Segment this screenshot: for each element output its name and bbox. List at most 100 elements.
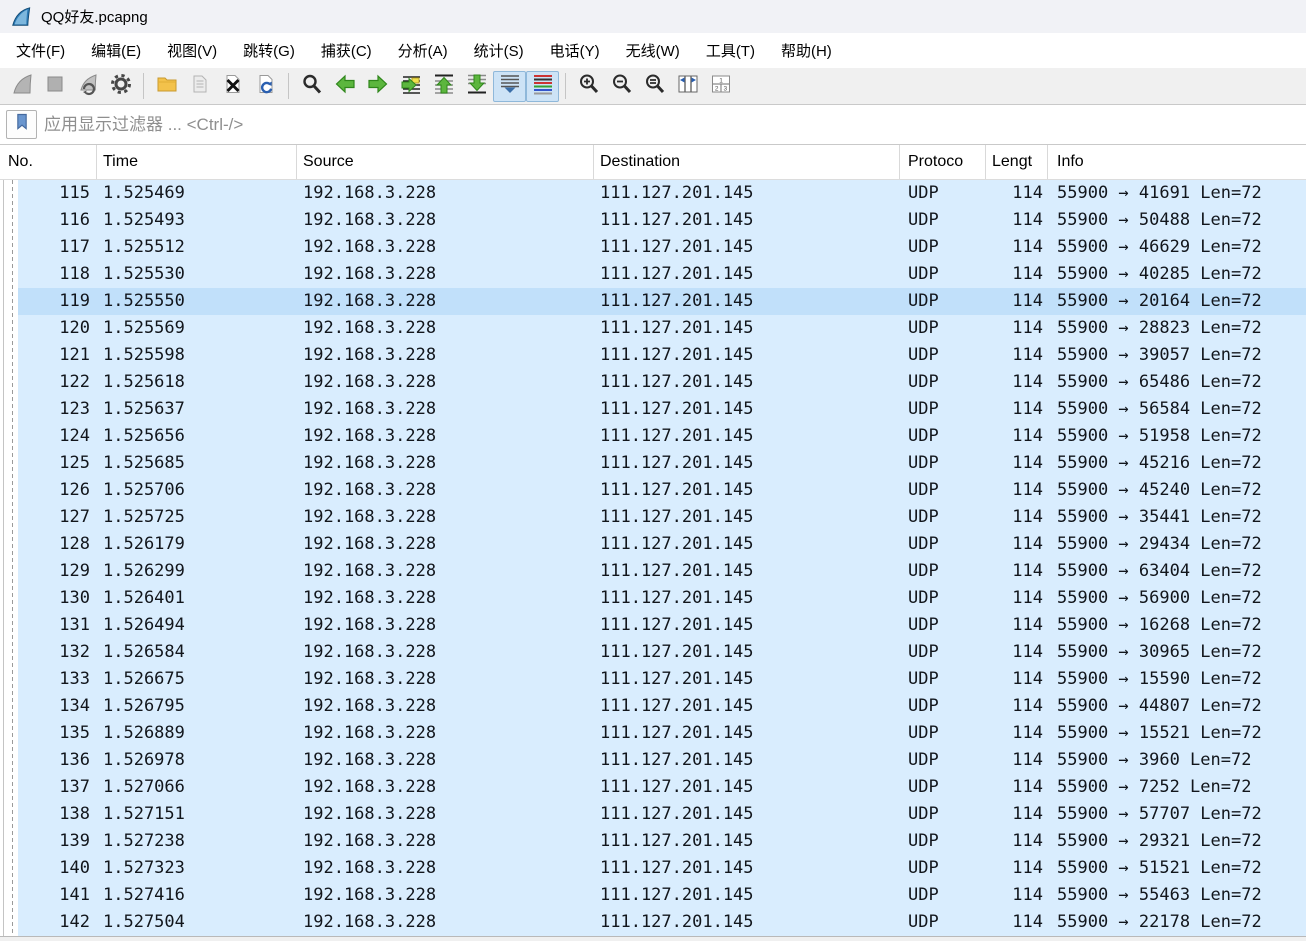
column-header-time[interactable]: Time [97, 145, 297, 179]
cell-source[interactable]: 192.168.3.228 [297, 477, 594, 504]
cell-len[interactable]: 114 [986, 423, 1048, 450]
cell-dest[interactable]: 111.127.201.145 [594, 477, 900, 504]
packet-row[interactable]: 126 1.525706 192.168.3.228 111.127.201.145 U… [0, 477, 1306, 504]
restart-capture-button[interactable] [71, 71, 104, 102]
auto-scroll-toggle[interactable] [493, 70, 526, 102]
close-file-button[interactable] [216, 71, 249, 102]
cell-source[interactable]: 192.168.3.228 [297, 288, 594, 315]
cell-len[interactable]: 114 [986, 477, 1048, 504]
column-header-source[interactable]: Source [297, 145, 594, 179]
cell-dest[interactable]: 111.127.201.145 [594, 693, 900, 720]
cell-time[interactable]: 1.526584 [97, 639, 297, 666]
cell-time[interactable]: 1.525512 [97, 234, 297, 261]
cell-len[interactable]: 114 [986, 612, 1048, 639]
cell-source[interactable]: 192.168.3.228 [297, 639, 594, 666]
cell-proto[interactable]: UDP [900, 531, 986, 558]
cell-dest[interactable]: 111.127.201.145 [594, 342, 900, 369]
packet-row[interactable]: 139 1.527238 192.168.3.228 111.127.201.145 U… [0, 828, 1306, 855]
cell-len[interactable]: 114 [986, 693, 1048, 720]
cell-time[interactable]: 1.525618 [97, 369, 297, 396]
cell-len[interactable]: 114 [986, 396, 1048, 423]
cell-proto[interactable]: UDP [900, 234, 986, 261]
cell-source[interactable]: 192.168.3.228 [297, 612, 594, 639]
cell-info[interactable]: 55900 → 30965 Len=72 [1048, 639, 1306, 666]
cell-proto[interactable]: UDP [900, 342, 986, 369]
zoom-in-button[interactable] [572, 71, 605, 102]
cell-time[interactable]: 1.525469 [97, 180, 297, 207]
cell-dest[interactable]: 111.127.201.145 [594, 531, 900, 558]
cell-time[interactable]: 1.527416 [97, 882, 297, 909]
cell-source[interactable]: 192.168.3.228 [297, 558, 594, 585]
cell-dest[interactable]: 111.127.201.145 [594, 666, 900, 693]
resize-columns-button[interactable] [671, 71, 704, 102]
cell-dest[interactable]: 111.127.201.145 [594, 450, 900, 477]
cell-source[interactable]: 192.168.3.228 [297, 261, 594, 288]
cell-len[interactable]: 114 [986, 747, 1048, 774]
display-filter-input[interactable] [44, 109, 1300, 140]
cell-proto[interactable]: UDP [900, 477, 986, 504]
cell-len[interactable]: 114 [986, 801, 1048, 828]
cell-source[interactable]: 192.168.3.228 [297, 747, 594, 774]
cell-info[interactable]: 55900 → 20164 Len=72 [1048, 288, 1306, 315]
cell-time[interactable]: 1.525637 [97, 396, 297, 423]
cell-info[interactable]: 55900 → 29434 Len=72 [1048, 531, 1306, 558]
cell-info[interactable]: 55900 → 50488 Len=72 [1048, 207, 1306, 234]
cell-info[interactable]: 55900 → 28823 Len=72 [1048, 315, 1306, 342]
cell-proto[interactable]: UDP [900, 639, 986, 666]
packet-row[interactable]: 121 1.525598 192.168.3.228 111.127.201.145 U… [0, 342, 1306, 369]
cell-source[interactable]: 192.168.3.228 [297, 693, 594, 720]
packet-row[interactable]: 117 1.525512 192.168.3.228 111.127.201.145 U… [0, 234, 1306, 261]
packet-row[interactable]: 140 1.527323 192.168.3.228 111.127.201.145 U… [0, 855, 1306, 882]
packet-row[interactable]: 130 1.526401 192.168.3.228 111.127.201.145 U… [0, 585, 1306, 612]
cell-dest[interactable]: 111.127.201.145 [594, 369, 900, 396]
cell-dest[interactable]: 111.127.201.145 [594, 639, 900, 666]
cell-time[interactable]: 1.525493 [97, 207, 297, 234]
go-first-button[interactable] [427, 71, 460, 102]
cell-source[interactable]: 192.168.3.228 [297, 828, 594, 855]
cell-info[interactable]: 55900 → 56900 Len=72 [1048, 585, 1306, 612]
cell-dest[interactable]: 111.127.201.145 [594, 747, 900, 774]
cell-source[interactable]: 192.168.3.228 [297, 504, 594, 531]
cell-dest[interactable]: 111.127.201.145 [594, 801, 900, 828]
cell-dest[interactable]: 111.127.201.145 [594, 207, 900, 234]
cell-source[interactable]: 192.168.3.228 [297, 180, 594, 207]
cell-info[interactable]: 55900 → 44807 Len=72 [1048, 693, 1306, 720]
go-forward-button[interactable] [361, 71, 394, 102]
cell-len[interactable]: 114 [986, 504, 1048, 531]
start-capture-button[interactable] [5, 71, 38, 102]
cell-dest[interactable]: 111.127.201.145 [594, 720, 900, 747]
colorize-toggle[interactable] [526, 70, 559, 102]
cell-time[interactable]: 1.527238 [97, 828, 297, 855]
cell-source[interactable]: 192.168.3.228 [297, 207, 594, 234]
cell-dest[interactable]: 111.127.201.145 [594, 261, 900, 288]
zoom-original-button[interactable] [638, 71, 671, 102]
cell-dest[interactable]: 111.127.201.145 [594, 828, 900, 855]
cell-info[interactable]: 55900 → 29321 Len=72 [1048, 828, 1306, 855]
cell-dest[interactable]: 111.127.201.145 [594, 180, 900, 207]
menu-item-file[interactable]: 文件(F) [3, 33, 78, 68]
cell-source[interactable]: 192.168.3.228 [297, 774, 594, 801]
packet-row[interactable]: 119 1.525550 192.168.3.228 111.127.201.145 U… [0, 288, 1306, 315]
cell-dest[interactable]: 111.127.201.145 [594, 909, 900, 936]
cell-source[interactable]: 192.168.3.228 [297, 585, 594, 612]
cell-len[interactable]: 114 [986, 882, 1048, 909]
cell-time[interactable]: 1.526494 [97, 612, 297, 639]
cell-time[interactable]: 1.526299 [97, 558, 297, 585]
packet-row[interactable]: 138 1.527151 192.168.3.228 111.127.201.145 U… [0, 801, 1306, 828]
cell-time[interactable]: 1.527504 [97, 909, 297, 936]
cell-dest[interactable]: 111.127.201.145 [594, 234, 900, 261]
cell-dest[interactable]: 111.127.201.145 [594, 558, 900, 585]
go-back-button[interactable] [328, 71, 361, 102]
cell-len[interactable]: 114 [986, 450, 1048, 477]
cell-time[interactable]: 1.525706 [97, 477, 297, 504]
packet-row[interactable]: 118 1.525530 192.168.3.228 111.127.201.145 U… [0, 261, 1306, 288]
menu-item-telephony[interactable]: 电话(Y) [537, 33, 613, 68]
cell-source[interactable]: 192.168.3.228 [297, 909, 594, 936]
cell-info[interactable]: 55900 → 51958 Len=72 [1048, 423, 1306, 450]
packet-row[interactable]: 131 1.526494 192.168.3.228 111.127.201.145 U… [0, 612, 1306, 639]
cell-dest[interactable]: 111.127.201.145 [594, 585, 900, 612]
cell-len[interactable]: 114 [986, 180, 1048, 207]
cell-proto[interactable]: UDP [900, 855, 986, 882]
cell-len[interactable]: 114 [986, 855, 1048, 882]
packet-row[interactable]: 134 1.526795 192.168.3.228 111.127.201.145 U… [0, 693, 1306, 720]
